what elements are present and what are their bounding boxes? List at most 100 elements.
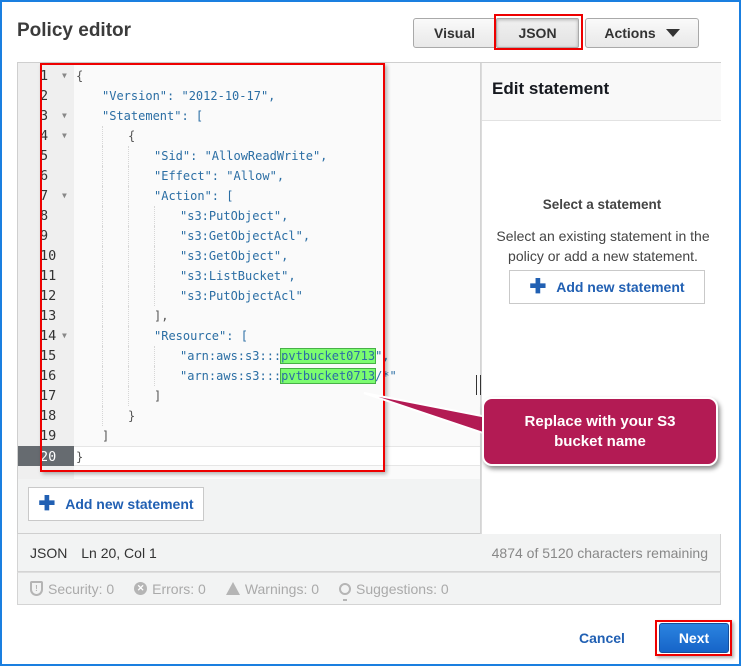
code-line[interactable]: 20} <box>18 446 480 466</box>
line-number: 3 <box>40 108 49 124</box>
code-line[interactable]: 6 "Effect": "Allow", <box>18 166 480 186</box>
security-check[interactable]: ! Security: 0 <box>30 581 114 597</box>
code-text: "s3:PutObjectAcl" <box>180 289 303 303</box>
errors-check[interactable]: ✕ Errors: 0 <box>134 581 206 597</box>
indent-guide <box>102 246 103 266</box>
code-line[interactable]: 13], <box>18 306 480 326</box>
code-line[interactable]: 17] <box>18 386 480 406</box>
code-lines: 1 ▼ {2 "Version": "2012-10-17", 3 ▼ "Statement… <box>18 66 480 466</box>
code-line[interactable]: 1 ▼ { <box>18 66 480 86</box>
next-button[interactable]: Next <box>659 623 729 653</box>
code-text: "Resource": [ <box>154 329 248 343</box>
indent-guide <box>128 266 129 286</box>
line-number: 9 <box>40 228 49 244</box>
indent-guide <box>102 386 103 406</box>
actions-label: Actions <box>604 25 656 41</box>
shield-icon: ! <box>30 581 43 596</box>
actions-dropdown-button[interactable]: Actions <box>585 18 699 48</box>
indent-guide <box>102 326 103 346</box>
warnings-check[interactable]: Warnings: 0 <box>225 581 319 597</box>
code-text: ] <box>102 429 110 443</box>
line-number: 12 <box>40 288 57 304</box>
indent-guide <box>128 206 129 226</box>
line-number: 8 <box>40 208 49 224</box>
indent-guide <box>128 226 129 246</box>
line-number: 18 <box>40 408 57 424</box>
indent-guide <box>128 386 129 406</box>
fold-arrow-icon[interactable]: ▼ <box>62 106 67 126</box>
code-line[interactable]: 3 ▼ "Statement": [ <box>18 106 480 126</box>
indent-guide <box>128 366 129 386</box>
characters-remaining: 4874 of 5120 characters remaining <box>491 544 708 561</box>
indent-guide <box>102 206 103 226</box>
json-code-editor[interactable]: 1 ▼ {2 "Version": "2012-10-17", 3 ▼ "Statement… <box>18 63 480 479</box>
line-number: 20 <box>40 449 57 465</box>
code-text: ] <box>154 389 162 403</box>
code-text: "Version": "2012-10-17", <box>102 89 276 103</box>
bucket-name-highlight: pvtbucket0713 <box>280 368 377 384</box>
indent-guide <box>128 326 129 346</box>
code-text: "Action": [ <box>154 189 234 203</box>
fold-arrow-icon[interactable]: ▼ <box>62 186 67 206</box>
line-number: 17 <box>40 388 57 404</box>
arn-prefix: "arn:aws:s3::: <box>180 369 282 383</box>
code-text: } <box>76 450 84 464</box>
code-text: "s3:GetObjectAcl", <box>180 229 311 243</box>
code-line[interactable]: 15 "arn:aws:s3:::pvtbucket0713", <box>18 346 480 366</box>
code-text: "Sid": "AllowReadWrite", <box>154 149 328 163</box>
fold-arrow-icon[interactable]: ▼ <box>62 126 67 146</box>
code-line[interactable]: 16 "arn:aws:s3:::pvtbucket0713/*" <box>18 366 480 386</box>
add-new-statement-button[interactable]: ✚ Add new statement <box>28 487 204 521</box>
lightbulb-icon <box>339 582 352 601</box>
indent-guide <box>154 226 155 246</box>
arn-prefix: "arn:aws:s3::: <box>180 349 282 363</box>
indent-guide <box>154 266 155 286</box>
code-text: "s3:ListBucket", <box>180 269 296 283</box>
code-line[interactable]: 5 "Sid": "AllowReadWrite", <box>18 146 480 166</box>
indent-guide <box>102 346 103 366</box>
warning-icon <box>225 582 240 595</box>
error-icon: ✕ <box>134 582 148 595</box>
line-number: 14 <box>40 328 57 344</box>
code-line[interactable]: 8 "s3:PutObject", <box>18 206 480 226</box>
panel-add-statement-label: Add new statement <box>556 279 685 295</box>
indent-guide <box>154 206 155 226</box>
code-text: } <box>128 409 136 423</box>
annotation-callout: Replace with your S3 bucket name <box>482 397 718 466</box>
suggestions-check[interactable]: Suggestions: 0 <box>339 581 449 601</box>
tab-json[interactable]: JSON <box>496 18 579 48</box>
line-number: 7 <box>40 188 49 204</box>
code-line[interactable]: 4 ▼ { <box>18 126 480 146</box>
indent-guide <box>102 306 103 326</box>
indent-guide <box>128 306 129 326</box>
indent-guide <box>128 166 129 186</box>
code-line[interactable]: 2 "Version": "2012-10-17", <box>18 86 480 106</box>
code-line[interactable]: 10 "s3:GetObject", <box>18 246 480 266</box>
line-number: 6 <box>40 168 49 184</box>
line-number: 4 <box>40 128 49 144</box>
editor-status-bar: JSON Ln 20, Col 1 4874 of 5120 character… <box>17 534 721 572</box>
indent-guide <box>102 266 103 286</box>
code-line[interactable]: 19] <box>18 426 480 446</box>
arn-suffix: /*" <box>375 369 397 383</box>
cancel-button[interactable]: Cancel <box>579 630 625 646</box>
indent-guide <box>102 126 103 146</box>
cursor-position: Ln 20, Col 1 <box>81 544 157 561</box>
code-line[interactable]: 14 ▼ "Resource": [ <box>18 326 480 346</box>
code-line[interactable]: 18} <box>18 406 480 426</box>
fold-arrow-icon[interactable]: ▼ <box>62 66 67 86</box>
code-line[interactable]: 12 "s3:PutObjectAcl" <box>18 286 480 306</box>
indent-guide <box>102 226 103 246</box>
fold-arrow-icon[interactable]: ▼ <box>62 326 67 346</box>
code-line[interactable]: 7 ▼ "Action": [ <box>18 186 480 206</box>
code-line[interactable]: 11 "s3:ListBucket", <box>18 266 480 286</box>
code-text: "arn:aws:s3:::pvtbucket0713", <box>180 346 390 366</box>
code-text: "s3:PutObject", <box>180 209 289 223</box>
line-number: 2 <box>40 88 49 104</box>
panel-add-new-statement-button[interactable]: ✚ Add new statement <box>509 270 705 304</box>
indent-guide <box>102 186 103 206</box>
indent-guide <box>102 286 103 306</box>
code-line[interactable]: 9 "s3:GetObjectAcl", <box>18 226 480 246</box>
indent-guide <box>128 146 129 166</box>
tab-visual[interactable]: Visual <box>413 18 496 48</box>
